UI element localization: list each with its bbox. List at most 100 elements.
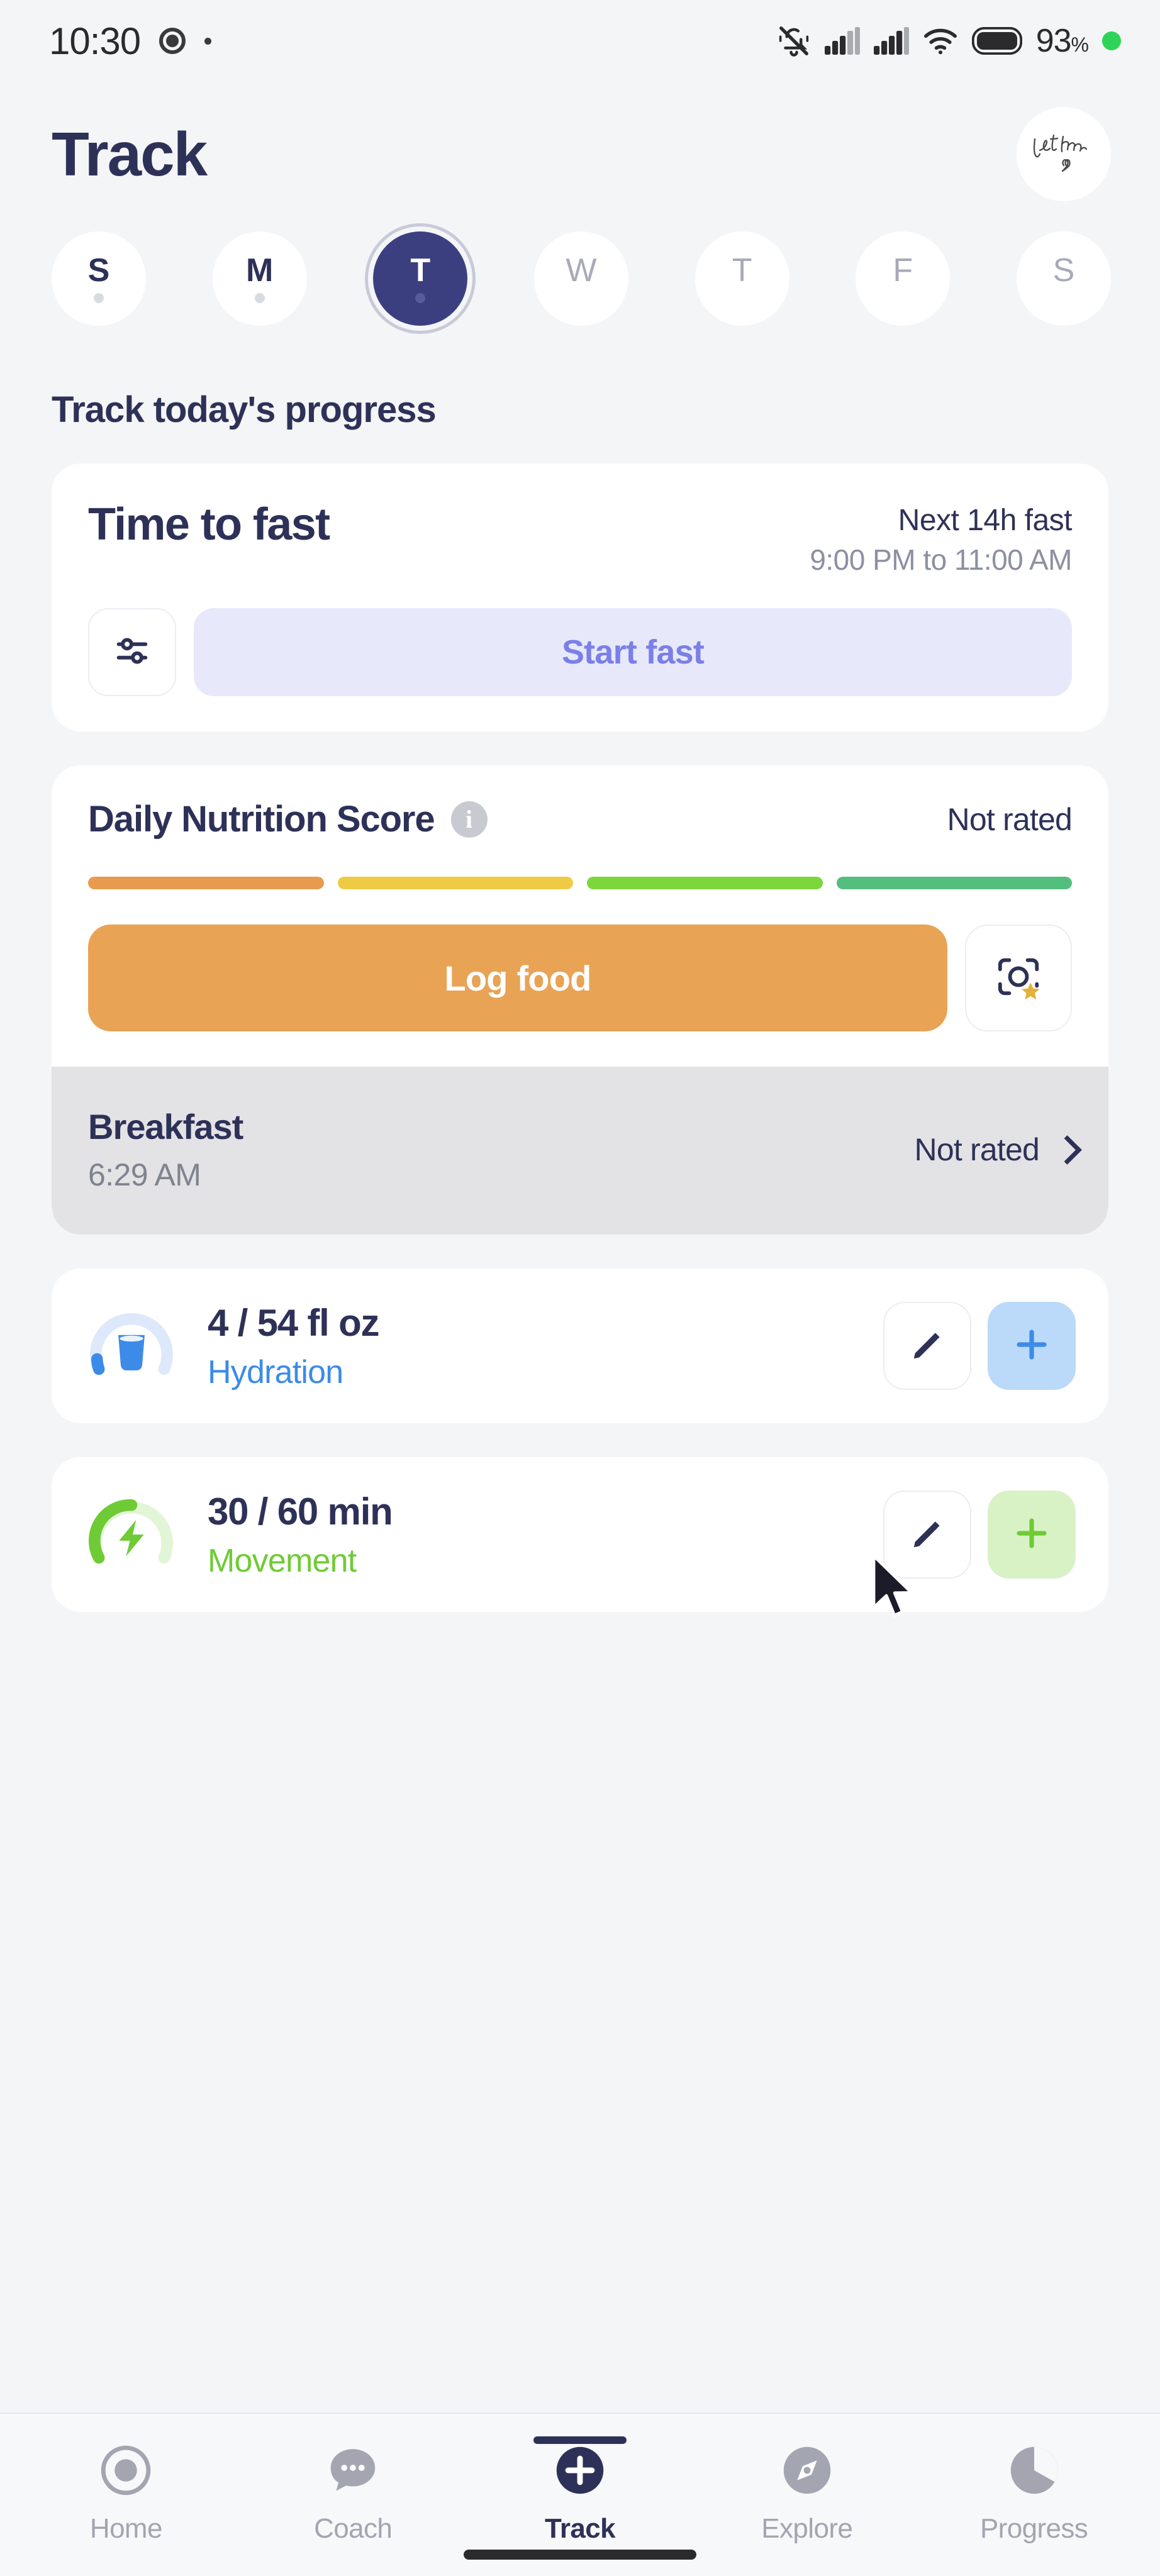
fasting-actions: Start fast	[88, 608, 1072, 697]
day-dot	[576, 293, 586, 303]
day-letter: F	[893, 252, 913, 289]
day-cell-monday[interactable]: M	[212, 231, 307, 326]
meal-status: Not rated	[914, 1131, 1040, 1167]
metric-label: Movement	[208, 1542, 357, 1579]
fasting-window: 9:00 PM to 11:00 AM	[810, 543, 1072, 576]
active-tab-indicator	[533, 2436, 627, 2444]
dot-icon	[204, 37, 212, 45]
nutrition-card: Daily Nutrition Score i Not rated Log fo…	[52, 765, 1108, 1235]
nav-label-track: Track	[544, 2513, 616, 2544]
nav-item-progress[interactable]: Progress	[940, 2441, 1129, 2545]
metric-label: Hydration	[208, 1353, 343, 1391]
lightning-bolt-icon	[84, 1487, 179, 1582]
day-cell-tuesday[interactable]: T	[365, 223, 476, 334]
status-bar-left: 10:30	[49, 19, 212, 63]
metric-texts: 30 / 60 min Movement	[208, 1490, 864, 1580]
metric-value: 30 / 60 min	[208, 1490, 393, 1533]
metric-value: 4 / 54 fl oz	[208, 1301, 380, 1344]
metric-texts: 4 / 54 fl oz Hydration	[208, 1301, 864, 1391]
log-food-button[interactable]: Log food	[88, 924, 947, 1032]
metric-card-movement: 30 / 60 min Movement	[52, 1457, 1108, 1613]
day-cell-thursday[interactable]: T	[694, 231, 789, 326]
day-cell-sunday[interactable]: S	[52, 231, 146, 326]
meal-row-breakfast[interactable]: Breakfast 6:29 AM Not rated	[52, 1067, 1108, 1235]
fasting-title: Time to fast	[88, 499, 330, 550]
status-bar-right: 93%	[777, 22, 1121, 60]
meal-time: 6:29 AM	[88, 1157, 201, 1193]
pencil-icon	[908, 1325, 947, 1367]
battery-icon	[971, 27, 1022, 55]
day-dot	[415, 293, 426, 303]
day-cell-friday[interactable]: F	[856, 231, 951, 326]
nav-item-home[interactable]: Home	[31, 2441, 220, 2545]
day-letter: W	[566, 252, 597, 289]
day-dot	[94, 293, 104, 303]
day-letter: T	[732, 252, 752, 289]
chat-bubble-dots-icon	[326, 2441, 380, 2499]
fasting-settings-button[interactable]	[88, 608, 176, 697]
mute-bell-icon	[777, 24, 811, 58]
pie-chart-icon	[1007, 2441, 1061, 2499]
fasting-schedule: Next 14h fast 9:00 PM to 11:00 AM	[810, 499, 1072, 580]
nav-label-home: Home	[89, 2513, 163, 2544]
info-icon[interactable]: i	[450, 801, 488, 838]
weekday-selector[interactable]: S M T W T F S	[0, 201, 1160, 334]
day-letter: T	[410, 252, 431, 289]
section-heading: Track today's progress	[52, 389, 437, 430]
nutrition-status: Not rated	[947, 801, 1073, 837]
edit-movement-button[interactable]	[883, 1491, 971, 1579]
avatar[interactable]	[1017, 107, 1111, 201]
plus-icon	[1012, 1513, 1052, 1557]
scan-food-button[interactable]	[965, 924, 1072, 1032]
nav-item-coach[interactable]: Coach	[259, 2441, 447, 2545]
day-letter: M	[245, 252, 274, 289]
meal-info: Breakfast 6:29 AM	[88, 1106, 243, 1193]
nav-label-coach: Coach	[314, 2513, 393, 2544]
signal-1-icon	[824, 27, 860, 55]
app-screen: 10:30 93% Track S M T W T F S Track toda…	[0, 0, 1160, 2576]
home-indicator-bar	[464, 2550, 696, 2560]
nav-item-explore[interactable]: Explore	[713, 2441, 901, 2545]
nutrition-title-group: Daily Nutrition Score i	[88, 798, 488, 840]
nav-item-track[interactable]: Track	[486, 2436, 674, 2545]
fasting-card: Time to fast Next 14h fast 9:00 PM to 11…	[52, 464, 1108, 732]
nutrition-card-header: Daily Nutrition Score i Not rated	[88, 798, 1073, 840]
day-dot	[898, 293, 908, 303]
nav-label-progress: Progress	[979, 2513, 1088, 2544]
meal-status-group: Not rated	[915, 1131, 1072, 1168]
add-movement-button[interactable]	[988, 1491, 1076, 1579]
bottom-navigation: Home Coach Track Explore Progress	[0, 2412, 1160, 2576]
nutrition-title: Daily Nutrition Score	[88, 799, 435, 840]
nutrition-actions: Log food	[88, 924, 1072, 1067]
nav-label-explore: Explore	[761, 2513, 853, 2544]
segment-poor	[88, 877, 324, 890]
add-hydration-button[interactable]	[988, 1302, 1076, 1391]
camera-scan-star-icon	[995, 953, 1042, 1004]
day-dot	[254, 293, 265, 303]
day-dot	[1059, 293, 1069, 303]
fasting-card-header: Time to fast Next 14h fast 9:00 PM to 11…	[88, 499, 1072, 580]
day-cell-wednesday[interactable]: W	[533, 231, 628, 326]
water-glass-icon	[84, 1299, 179, 1393]
wifi-icon	[923, 27, 958, 55]
segment-fair	[337, 877, 573, 890]
pencil-icon	[908, 1514, 947, 1556]
cards-container: Time to fast Next 14h fast 9:00 PM to 11…	[0, 431, 1160, 1613]
start-fast-button[interactable]: Start fast	[194, 608, 1072, 697]
nutrition-score-bar	[88, 877, 1072, 890]
edit-hydration-button[interactable]	[883, 1302, 971, 1391]
sliders-icon	[112, 631, 152, 674]
page-header: Track	[0, 82, 1160, 201]
target-circle-icon	[99, 2441, 153, 2499]
record-icon	[159, 28, 186, 54]
day-letter: S	[87, 252, 110, 289]
battery-percent: 93%	[1035, 23, 1089, 59]
chevron-right-icon	[1056, 1136, 1072, 1163]
segment-good	[587, 877, 823, 890]
segment-great	[836, 877, 1072, 890]
fasting-next-label: Next 14h fast	[898, 504, 1073, 537]
day-cell-saturday[interactable]: S	[1016, 231, 1111, 326]
plus-circle-icon	[553, 2441, 607, 2499]
status-bar-clock: 10:30	[49, 19, 141, 62]
